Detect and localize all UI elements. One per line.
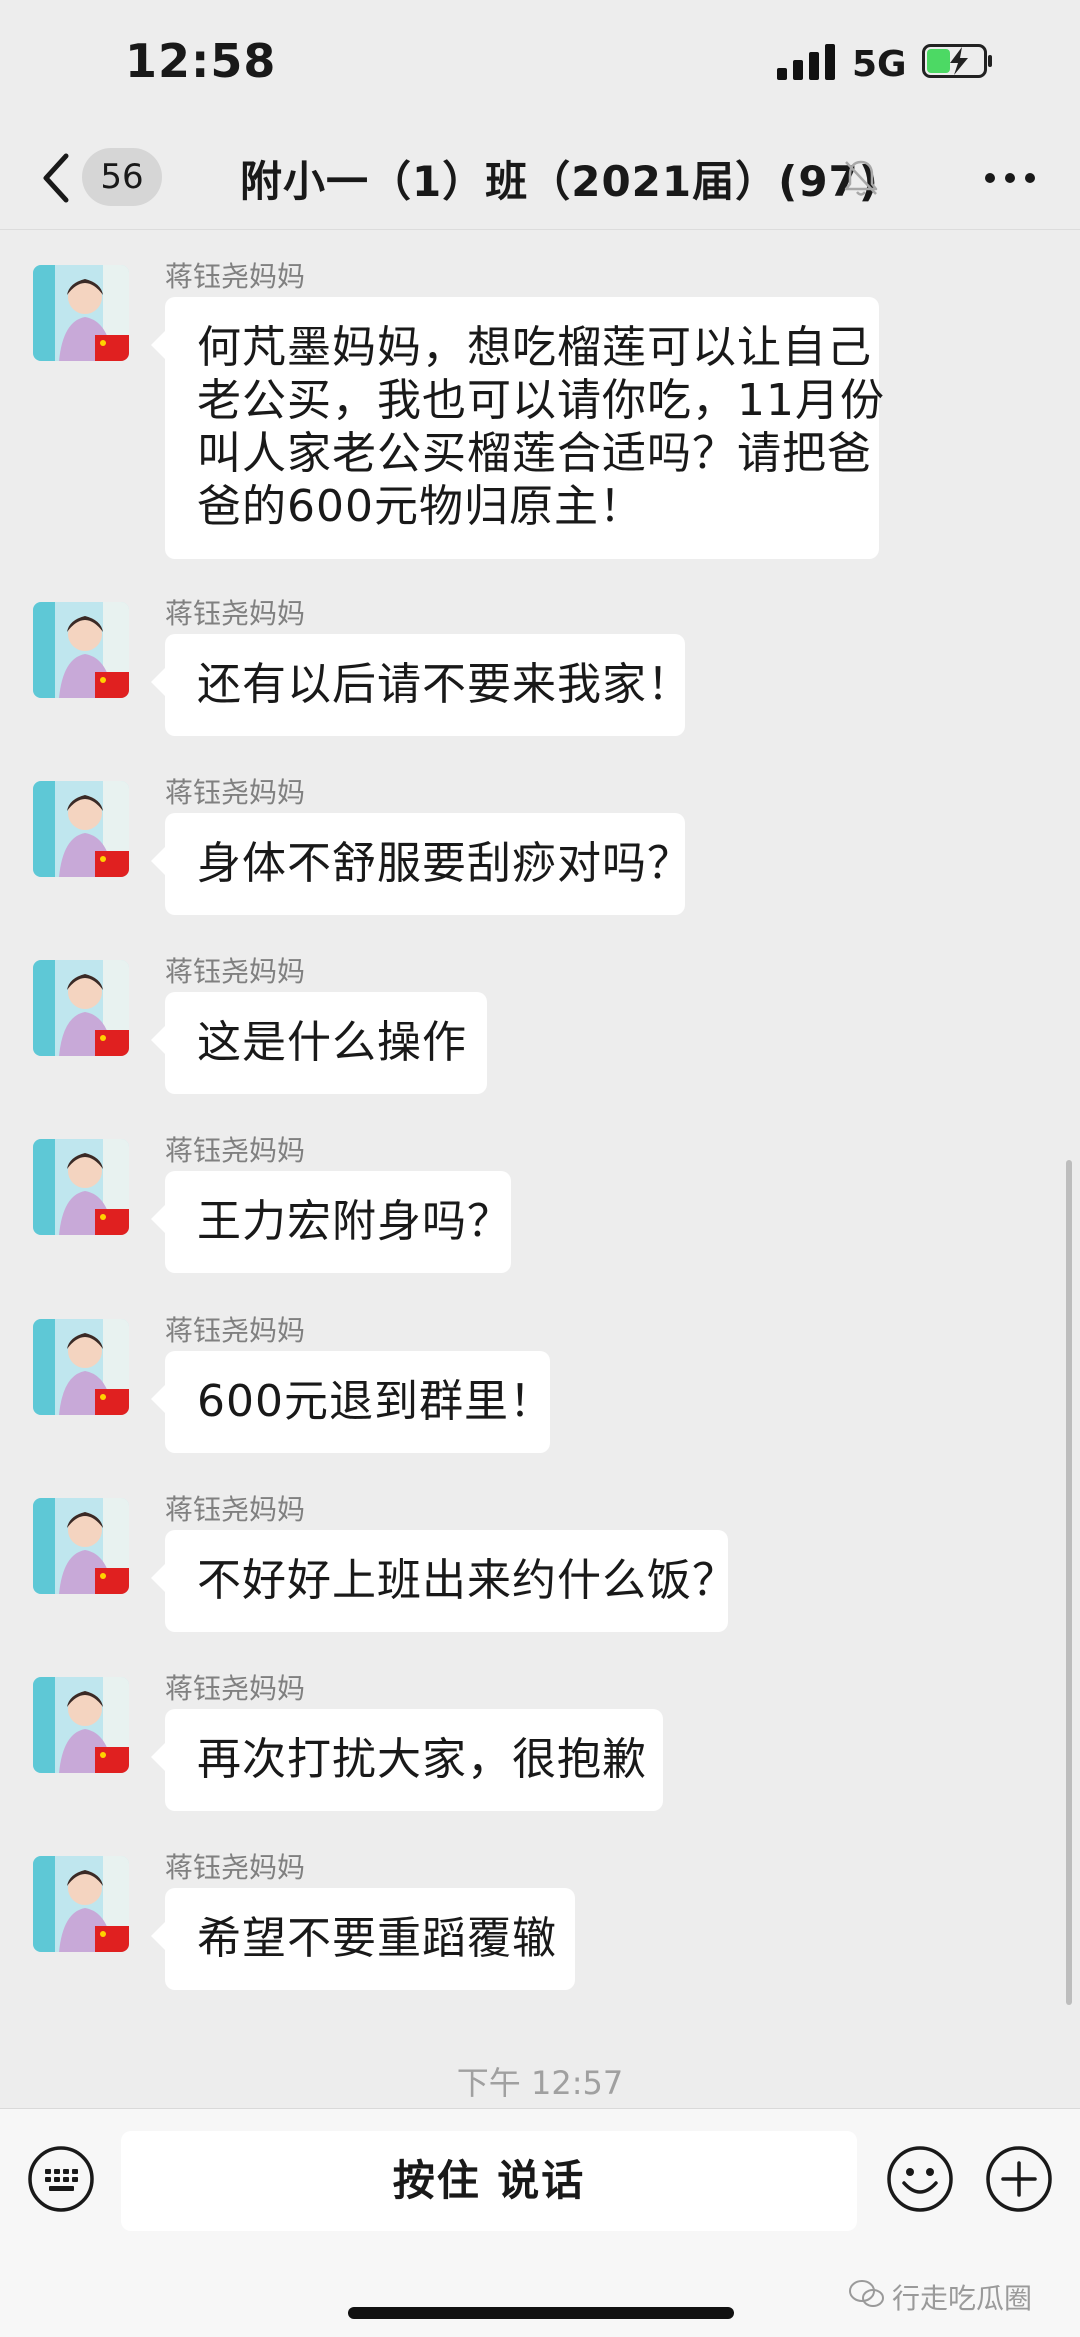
message-bubble[interactable]: 王力宏附身吗？ — [151, 1171, 512, 1273]
cellular-signal-icon — [777, 44, 835, 80]
message-bubble[interactable]: 再次打扰大家，很抱歉 — [151, 1709, 663, 1811]
mute-bell-icon — [844, 160, 878, 196]
message-bubble[interactable]: 还有以后请不要来我家！ — [151, 634, 692, 736]
message-text-line: 这是什么操作 — [197, 1017, 467, 1068]
message-text-line: 王力宏附身吗？ — [197, 1196, 512, 1247]
sender-avatar[interactable] — [33, 1856, 129, 1952]
message-text-line: 还有以后请不要来我家！ — [197, 659, 692, 710]
message-bubble[interactable]: 这是什么操作 — [151, 992, 487, 1094]
message-text-line: 爸的600元物归原主！ — [197, 481, 644, 532]
message-text-line: 600元退到群里！ — [197, 1376, 554, 1427]
hold-to-talk-button[interactable]: 按住 说话 — [121, 2131, 857, 2231]
sender-avatar[interactable] — [33, 960, 129, 1056]
message-bubble[interactable]: 身体不舒服要刮痧对吗？ — [151, 813, 692, 915]
header-divider — [0, 229, 1080, 230]
message-bubble[interactable]: 希望不要重蹈覆辙 — [151, 1888, 575, 1990]
sender-name: 蒋钰尧妈妈 — [165, 1134, 306, 1167]
message-bubble[interactable]: 600元退到群里！ — [151, 1351, 554, 1453]
sender-avatar[interactable] — [33, 1498, 129, 1594]
sender-avatar[interactable] — [33, 265, 129, 361]
message-text-line: 身体不舒服要刮痧对吗？ — [197, 838, 692, 889]
sender-name: 蒋钰尧妈妈 — [165, 1672, 306, 1705]
status-bar: 12:58 5G — [0, 0, 1080, 130]
sender-name: 蒋钰尧妈妈 — [165, 260, 306, 293]
sender-avatar[interactable] — [33, 602, 129, 698]
keyboard-toggle-icon[interactable] — [27, 2145, 95, 2213]
sender-name: 蒋钰尧妈妈 — [165, 776, 306, 809]
message-text-line: 希望不要重蹈覆辙 — [197, 1913, 557, 1964]
input-bar: 按住 说话 行走吃瓜圈 — [0, 2108, 1080, 2337]
sender-avatar[interactable] — [33, 1319, 129, 1415]
status-time: 12:58 — [125, 34, 277, 88]
message-text-line: 叫人家老公买榴莲合适吗？请把爸 — [197, 428, 872, 479]
emoji-icon[interactable] — [886, 2145, 954, 2213]
message-bubble[interactable]: 不好好上班出来约什么饭？ — [151, 1530, 737, 1632]
sender-avatar[interactable] — [33, 1677, 129, 1773]
message-timestamp: 下午 12:57 — [456, 2064, 624, 2102]
sender-name: 蒋钰尧妈妈 — [165, 597, 306, 630]
sender-name: 蒋钰尧妈妈 — [165, 1493, 306, 1526]
back-chevron-icon[interactable] — [38, 150, 74, 206]
unread-count-badge[interactable]: 56 — [82, 148, 162, 206]
message-text-line: 不好好上班出来约什么饭？ — [197, 1555, 737, 1606]
chat-header: 56 附小一（1）班（2021届）(97) — [0, 130, 1080, 228]
network-type: 5G — [852, 44, 907, 85]
message-text-line: 再次打扰大家，很抱歉 — [197, 1734, 647, 1785]
sender-name: 蒋钰尧妈妈 — [165, 1314, 306, 1347]
more-options-icon[interactable] — [980, 158, 1040, 198]
watermark-text: 行走吃瓜圈 — [892, 2282, 1033, 2315]
scrollbar[interactable] — [1066, 1160, 1072, 2005]
sender-name: 蒋钰尧妈妈 — [165, 1851, 306, 1884]
add-attachment-icon[interactable] — [985, 2145, 1053, 2213]
sender-avatar[interactable] — [33, 1139, 129, 1235]
wechat-logo-icon — [849, 2280, 884, 2307]
message-bubble[interactable]: 何芃墨妈妈，想吃榴莲可以让自己 老公买，我也可以请你吃，11月份 叫人家老公买榴莲合… — [151, 297, 885, 559]
sender-avatar[interactable] — [33, 781, 129, 877]
chat-title: 附小一（1）班（2021届）(97) — [240, 157, 879, 206]
sender-name: 蒋钰尧妈妈 — [165, 955, 306, 988]
message-text-line: 老公买，我也可以请你吃，11月份 — [197, 375, 885, 426]
battery-charging-icon — [922, 44, 992, 78]
message-text-line: 何芃墨妈妈，想吃榴莲可以让自己 — [197, 322, 872, 373]
home-indicator[interactable] — [348, 2307, 734, 2319]
